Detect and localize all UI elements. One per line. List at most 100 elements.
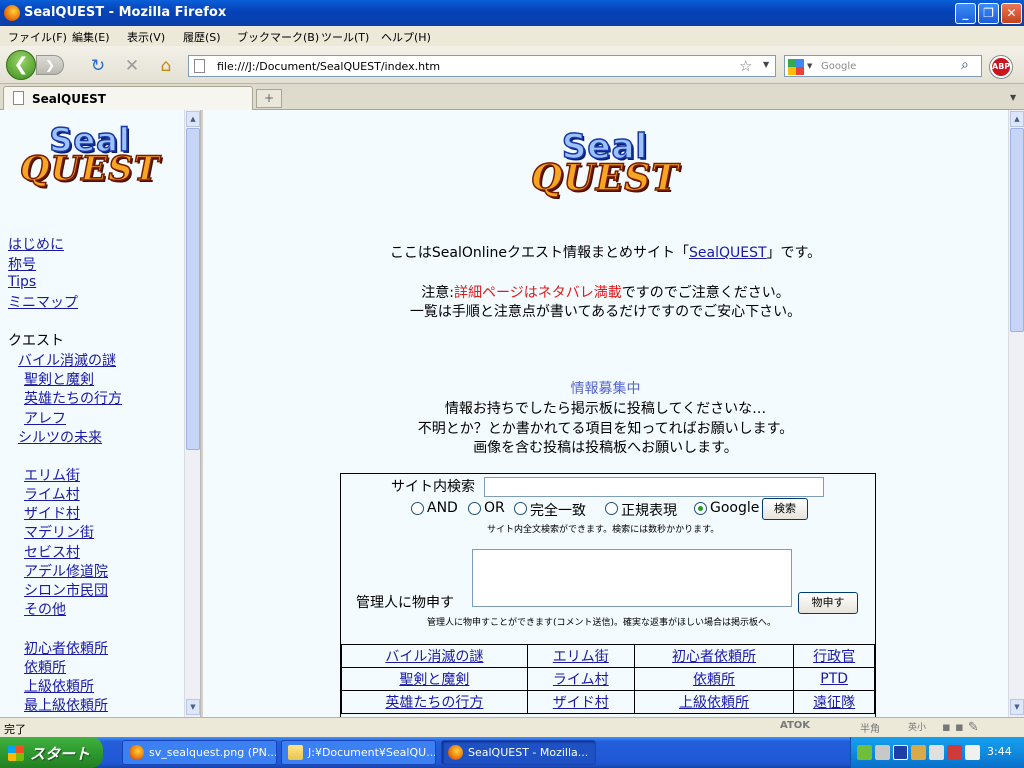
task-firefox[interactable]: SealQUEST - Mozilla... bbox=[441, 740, 596, 765]
table-link[interactable]: ザイド村 bbox=[553, 695, 609, 711]
scroll-thumb[interactable] bbox=[186, 128, 200, 450]
firefox-icon bbox=[4, 5, 20, 21]
table-link[interactable]: 初心者依頼所 bbox=[672, 649, 756, 665]
stop-icon[interactable]: ✕ bbox=[122, 56, 142, 76]
tray-app-icon[interactable] bbox=[875, 745, 890, 760]
table-link[interactable]: ライム村 bbox=[553, 672, 609, 688]
table-link[interactable]: 聖剣と魔剣 bbox=[399, 672, 469, 688]
url-dropdown-icon[interactable]: ▼ bbox=[763, 60, 769, 69]
tab-list-icon[interactable]: ▼ bbox=[1010, 93, 1016, 102]
menu-help[interactable]: ヘルプ(H) bbox=[381, 29, 431, 45]
tray-media-icon[interactable] bbox=[893, 745, 908, 760]
side-link-quest[interactable]: アレフ bbox=[24, 408, 66, 428]
forward-button[interactable]: ❯ bbox=[36, 55, 64, 75]
radio-regex[interactable] bbox=[605, 502, 618, 515]
radio-or[interactable] bbox=[468, 502, 481, 515]
side-link-request[interactable]: 最上級依頼所 bbox=[24, 695, 108, 715]
scroll-down-icon[interactable]: ▼ bbox=[186, 699, 200, 715]
side-link-quest[interactable]: バイル消滅の謎 bbox=[18, 350, 116, 370]
search-bar[interactable]: ▼ Google ⌕ bbox=[784, 55, 982, 77]
side-link-request[interactable]: 依頼所 bbox=[24, 657, 66, 677]
radio-google[interactable] bbox=[694, 502, 707, 515]
task-png-viewer[interactable]: sv_sealquest.png (PN... bbox=[122, 740, 277, 765]
table-link[interactable]: 依頼所 bbox=[693, 672, 735, 688]
bookmark-star-icon[interactable]: ☆ bbox=[739, 57, 752, 75]
menu-edit[interactable]: 編集(E) bbox=[72, 29, 110, 45]
ime-tools-icon[interactable]: ▪ ▪ ✎ bbox=[942, 720, 979, 735]
new-tab-button[interactable]: + bbox=[256, 89, 282, 108]
minimize-button[interactable]: _ bbox=[955, 3, 976, 24]
tray-display-icon[interactable] bbox=[929, 745, 944, 760]
side-link-town[interactable]: その他 bbox=[24, 599, 66, 619]
side-link-titles[interactable]: 称号 bbox=[8, 254, 36, 274]
left-scrollbar[interactable]: ▲ ▼ bbox=[184, 110, 200, 717]
table-link[interactable]: PTD bbox=[820, 671, 848, 687]
radio-or-label: OR bbox=[484, 500, 505, 516]
table-link[interactable]: 行政官 bbox=[813, 649, 855, 665]
tab-sealquest[interactable]: SealQUEST bbox=[3, 86, 253, 110]
menu-tools[interactable]: ツール(T) bbox=[321, 29, 369, 45]
radio-and-label: AND bbox=[427, 500, 458, 516]
intro-link[interactable]: SealQUEST bbox=[689, 245, 767, 261]
reload-icon[interactable]: ↻ bbox=[88, 56, 108, 76]
side-link-intro[interactable]: はじめに bbox=[8, 234, 64, 254]
maximize-button[interactable]: ❐ bbox=[978, 3, 999, 24]
table-row: 英雄たちの行方 ザイド村 上級依頼所 遠征隊 bbox=[341, 690, 875, 714]
scroll-thumb[interactable] bbox=[1010, 128, 1024, 332]
table-link[interactable]: 上級依頼所 bbox=[679, 695, 749, 711]
back-button[interactable]: ❮ bbox=[6, 50, 36, 80]
table-link[interactable]: 英雄たちの行方 bbox=[385, 695, 483, 711]
ime-case[interactable]: 英小 bbox=[908, 720, 926, 733]
search-button[interactable]: 検索 bbox=[762, 498, 808, 520]
radio-and[interactable] bbox=[411, 502, 424, 515]
start-label: スタート bbox=[30, 745, 91, 763]
side-link-town[interactable]: セビス村 bbox=[24, 542, 80, 562]
scroll-up-icon[interactable]: ▲ bbox=[1010, 111, 1024, 127]
windows-flag-icon bbox=[8, 745, 24, 761]
side-link-town[interactable]: ザイド村 bbox=[24, 503, 80, 523]
search-engine-dropdown-icon[interactable]: ▼ bbox=[807, 62, 812, 70]
side-link-town[interactable]: ライム村 bbox=[24, 484, 80, 504]
main-scrollbar[interactable]: ▲ ▼ bbox=[1008, 110, 1024, 717]
home-icon[interactable]: ⌂ bbox=[156, 56, 176, 76]
start-button[interactable]: スタート bbox=[0, 737, 103, 768]
side-link-request[interactable]: 上級依頼所 bbox=[24, 676, 94, 696]
menu-file[interactable]: ファイル(F) bbox=[8, 29, 67, 45]
adblock-icon[interactable]: ABP bbox=[990, 56, 1012, 78]
ime-atok[interactable]: ATOK bbox=[780, 720, 810, 731]
radio-exact[interactable] bbox=[514, 502, 527, 515]
google-icon[interactable] bbox=[788, 59, 804, 75]
table-link[interactable]: 遠征隊 bbox=[813, 695, 855, 711]
table-link[interactable]: バイル消滅の謎 bbox=[385, 649, 483, 665]
side-link-quest[interactable]: シルツの未来 bbox=[18, 427, 102, 447]
side-link-tips[interactable]: Tips bbox=[8, 274, 36, 290]
tray-network-icon[interactable] bbox=[857, 745, 872, 760]
search-input[interactable] bbox=[484, 477, 824, 497]
side-link-request[interactable]: 初心者依頼所 bbox=[24, 638, 108, 658]
url-bar[interactable]: file:///J:/Document/SealQUEST/index.htm … bbox=[188, 55, 776, 77]
close-button[interactable]: ✕ bbox=[1001, 3, 1022, 24]
tray-volume-icon[interactable] bbox=[965, 745, 980, 760]
menu-view[interactable]: 表示(V) bbox=[127, 29, 165, 45]
side-link-quest[interactable]: 聖剣と魔剣 bbox=[24, 369, 94, 389]
opinion-submit-button[interactable]: 物申す bbox=[798, 592, 858, 614]
side-link-town[interactable]: マデリン街 bbox=[24, 522, 94, 542]
ime-width[interactable]: 半角 bbox=[860, 720, 880, 735]
scroll-up-icon[interactable]: ▲ bbox=[186, 111, 200, 127]
side-link-town[interactable]: アデル修道院 bbox=[24, 561, 108, 581]
side-link-minimap[interactable]: ミニマップ bbox=[8, 292, 78, 312]
site-logo: Seal QUEST bbox=[10, 123, 170, 187]
scroll-down-icon[interactable]: ▼ bbox=[1010, 699, 1024, 715]
clock: 3:44 bbox=[987, 745, 1012, 758]
tray-security-icon[interactable] bbox=[911, 745, 926, 760]
tray-ime-icon[interactable] bbox=[947, 745, 962, 760]
side-link-town[interactable]: エリム街 bbox=[24, 465, 80, 485]
side-link-town[interactable]: シロン市民団 bbox=[24, 580, 108, 600]
menu-bookmarks[interactable]: ブックマーク(B) bbox=[237, 29, 319, 45]
menu-history[interactable]: 履歴(S) bbox=[183, 29, 221, 45]
task-explorer[interactable]: J:¥Document¥SealQU... bbox=[281, 740, 436, 765]
opinion-textarea[interactable] bbox=[472, 549, 792, 607]
table-link[interactable]: エリム街 bbox=[553, 649, 609, 665]
search-icon[interactable]: ⌕ bbox=[961, 57, 969, 73]
side-link-quest[interactable]: 英雄たちの行方 bbox=[24, 388, 122, 408]
